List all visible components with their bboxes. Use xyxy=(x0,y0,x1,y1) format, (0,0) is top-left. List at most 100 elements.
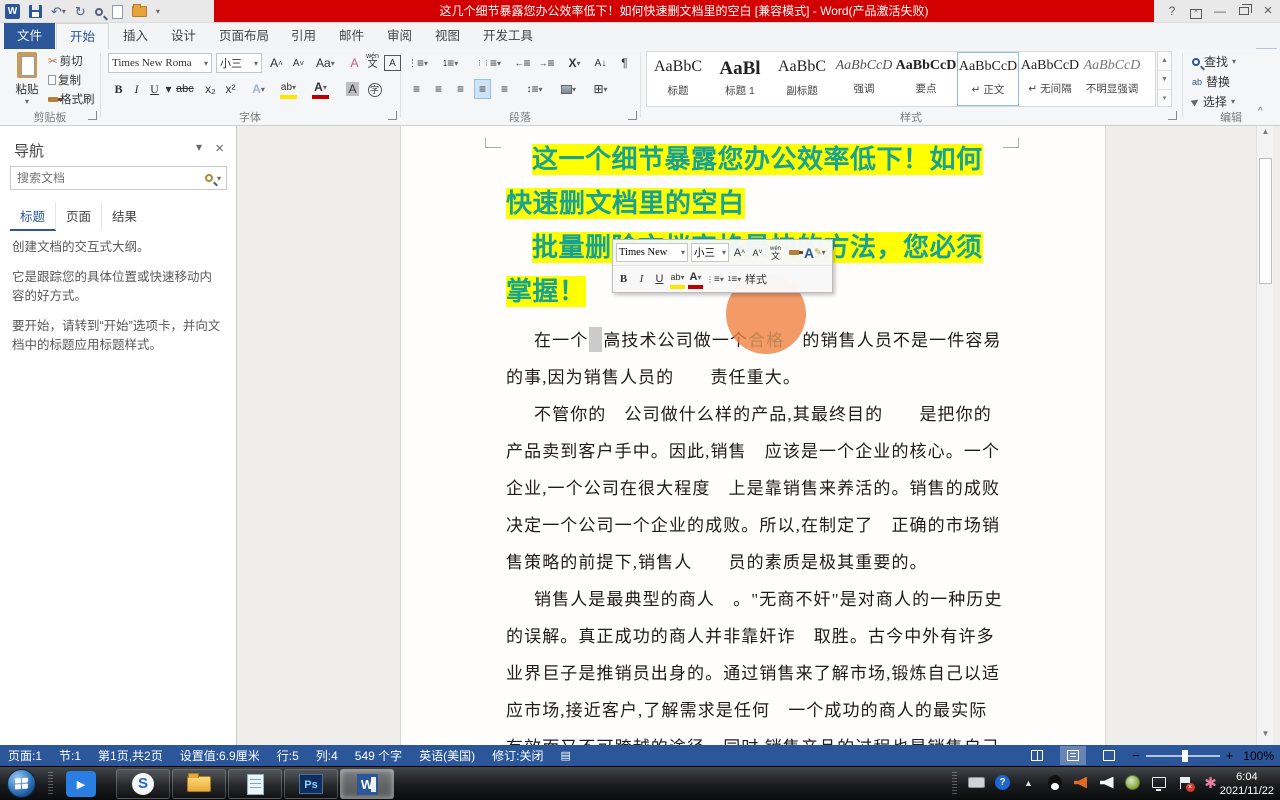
tab-home[interactable]: 开始 xyxy=(56,23,109,49)
scroll-up-button[interactable]: ▲ xyxy=(1258,127,1273,142)
numbering-button[interactable]: 1≡▾ xyxy=(442,53,459,73)
subscript-button[interactable]: x₂ xyxy=(202,79,219,99)
status-page[interactable]: 页面:1 xyxy=(8,747,42,764)
web-layout-button[interactable] xyxy=(1096,746,1122,765)
mini-bullets-button[interactable]: ⋮≡▾ xyxy=(706,270,724,289)
status-track-changes[interactable]: 修订:关闭 xyxy=(492,747,543,764)
scrollbar-thumb[interactable] xyxy=(1259,158,1272,284)
styles-scroll-up[interactable]: ▲ xyxy=(1158,52,1171,71)
copy-button[interactable]: 复制 xyxy=(48,72,81,88)
security-app-icon[interactable] xyxy=(1124,774,1141,791)
style-keypoints[interactable]: AaBbCcD要点 xyxy=(895,52,957,106)
font-name-combo[interactable]: Times New Roma▾ xyxy=(108,53,212,73)
status-line[interactable]: 行:5 xyxy=(277,747,299,764)
customize-qat-dropdown[interactable]: ▾ xyxy=(156,7,160,16)
search-options-dropdown[interactable]: ▾ xyxy=(217,174,221,183)
mini-styles-label[interactable]: 样式 xyxy=(745,270,767,289)
read-mode-button[interactable] xyxy=(1024,746,1050,765)
qq-icon[interactable] xyxy=(1046,774,1063,791)
tab-page-layout[interactable]: 页面布局 xyxy=(206,23,282,49)
taskbar-photoshop-button[interactable]: Ps xyxy=(284,769,338,799)
bold-button[interactable]: B xyxy=(110,79,127,99)
borders-button[interactable]: ⊞▾ xyxy=(592,79,609,99)
input-method-keyboard-icon[interactable] xyxy=(968,774,985,791)
tab-insert[interactable]: 插入 xyxy=(110,23,161,49)
align-center-button[interactable]: ≡ xyxy=(430,79,447,99)
mini-styles-button[interactable]: A✎▾ xyxy=(804,243,826,262)
asian-layout-button[interactable]: X▾ xyxy=(566,53,583,73)
zoom-thumb[interactable] xyxy=(1182,750,1188,762)
taskbar-word-button[interactable]: W xyxy=(340,769,394,799)
tab-developer[interactable]: 开发工具 xyxy=(470,23,546,49)
tab-review[interactable]: 审阅 xyxy=(374,23,425,49)
status-position[interactable]: 设置值:6.9厘米 xyxy=(180,747,260,764)
highlight-color-button[interactable]: ab▾ xyxy=(280,79,297,99)
change-case-button[interactable]: Aa▾ xyxy=(316,53,335,73)
select-button[interactable]: ▶选择▾ xyxy=(1192,93,1235,110)
italic-button[interactable]: I xyxy=(128,79,145,99)
find-button[interactable]: 查找▾ xyxy=(1192,53,1236,70)
clipboard-dialog-launcher[interactable] xyxy=(88,111,97,120)
mini-bold-button[interactable]: B xyxy=(616,270,631,289)
status-page-count[interactable]: 第1页,共2页 xyxy=(98,747,163,764)
audio-device-icon[interactable] xyxy=(1072,774,1089,791)
print-layout-button[interactable] xyxy=(1060,746,1086,765)
paste-dropdown[interactable]: ▾ xyxy=(6,97,48,106)
restore-button[interactable] xyxy=(1232,0,1256,22)
mini-shrink-font-button[interactable]: A˅ xyxy=(750,243,765,262)
mini-font-name-combo[interactable]: Times New▾ xyxy=(616,243,688,262)
pane-close-icon[interactable]: × xyxy=(215,140,224,157)
tab-references[interactable]: 引用 xyxy=(278,23,329,49)
style-subtle-emphasis[interactable]: AaBbCcD不明显强调 xyxy=(1081,52,1143,106)
mini-pinyin-button[interactable]: wén文 xyxy=(768,243,783,262)
new-document-button[interactable] xyxy=(112,5,123,19)
distribute-button[interactable]: ≡ xyxy=(496,79,513,99)
print-preview-button[interactable] xyxy=(95,8,103,16)
open-folder-button[interactable] xyxy=(132,6,147,17)
character-shading-button[interactable]: A xyxy=(344,79,361,99)
mini-font-color-button[interactable]: A▾ xyxy=(688,270,703,289)
redo-button[interactable]: ↻ xyxy=(75,4,86,20)
align-left-button[interactable]: ≡ xyxy=(408,79,425,99)
document-page[interactable]: 这一个细节暴露您办公效率低下！如何快速删文档里的空白 批量删除文档空格最快的方法… xyxy=(400,126,1106,745)
taskbar-handle[interactable] xyxy=(48,772,53,796)
volume-icon[interactable] xyxy=(1098,774,1115,791)
shrink-font-button[interactable]: A˅ xyxy=(290,53,307,73)
show-hidden-icons-button[interactable]: ▲ xyxy=(1020,774,1037,791)
vertical-scrollbar[interactable]: ▲ ▼ xyxy=(1256,126,1273,745)
help-button[interactable]: ? xyxy=(1160,0,1184,22)
minimize-button[interactable]: — xyxy=(1208,0,1232,22)
nav-tab-results[interactable]: 结果 xyxy=(102,202,147,231)
enclose-characters-button[interactable]: 字 xyxy=(366,80,383,100)
start-button[interactable] xyxy=(7,769,36,798)
nav-tab-headings[interactable]: 标题 xyxy=(10,202,56,231)
style-subtitle[interactable]: AaBbC副标题 xyxy=(771,52,833,106)
styles-more-button[interactable]: ▾ xyxy=(1158,90,1171,108)
mini-highlight-button[interactable]: ab▾ xyxy=(670,270,685,289)
tray-handle[interactable] xyxy=(952,772,957,796)
styles-dialog-launcher[interactable] xyxy=(1168,111,1177,120)
help-tray-icon[interactable]: ? xyxy=(994,774,1011,791)
status-column[interactable]: 列:4 xyxy=(316,747,338,764)
network-icon[interactable] xyxy=(1150,774,1167,791)
strikethrough-button[interactable]: abc xyxy=(176,79,194,99)
nav-tab-pages[interactable]: 页面 xyxy=(56,202,102,231)
search-input[interactable] xyxy=(11,171,205,185)
insert-mode-icon[interactable]: ▤ xyxy=(560,749,570,762)
increase-indent-button[interactable]: →≡ xyxy=(538,53,555,73)
pane-options-dropdown[interactable]: ▾ xyxy=(196,140,202,154)
cut-button[interactable]: ✂剪切 xyxy=(48,53,83,69)
taskbar-clock[interactable]: 6:04 2021/11/22 xyxy=(1220,770,1274,798)
action-center-flag-icon[interactable] xyxy=(1176,774,1193,791)
paragraph-dialog-launcher[interactable] xyxy=(628,111,637,120)
underline-dropdown[interactable]: ▾ xyxy=(160,79,177,99)
zoom-in-button[interactable]: + xyxy=(1226,748,1234,763)
taskbar-explorer-button[interactable] xyxy=(172,769,226,799)
style-normal[interactable]: AaBbCcD↵ 正文 xyxy=(957,52,1019,106)
grow-font-button[interactable]: A˄ xyxy=(268,53,285,73)
mini-format-painter-button[interactable] xyxy=(786,243,801,262)
style-heading1[interactable]: AaBl标题 1 xyxy=(709,52,771,106)
paste-button[interactable]: 粘贴 ▾ xyxy=(6,52,48,106)
collapse-ribbon-button[interactable]: ^ xyxy=(1258,106,1263,117)
flower-app-icon[interactable]: ✱ xyxy=(1202,774,1219,791)
